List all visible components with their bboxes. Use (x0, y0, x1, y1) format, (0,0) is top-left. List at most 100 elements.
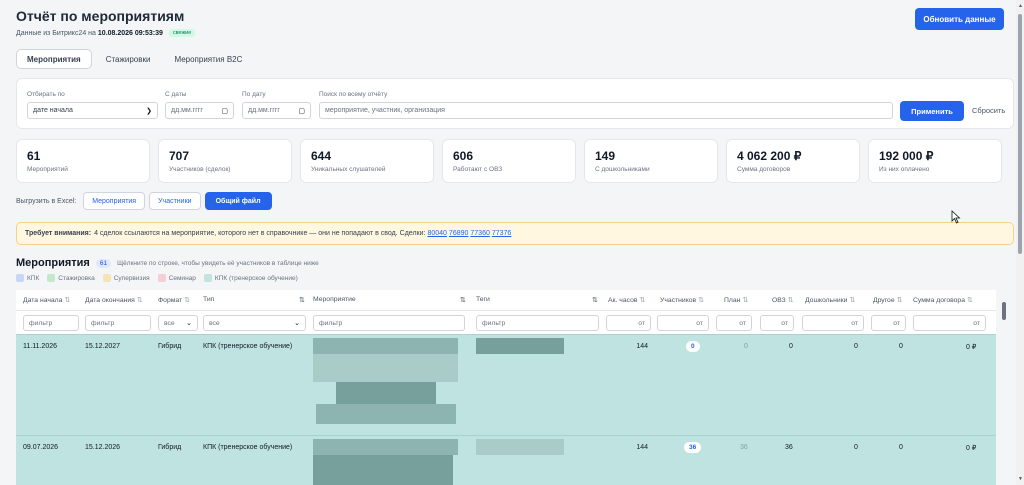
redacted-event-name (313, 455, 453, 485)
table-row[interactable]: 09.07.2026 15.12.2026 Гибрид КПК (тренер… (16, 435, 996, 485)
legend-swatch (16, 274, 24, 282)
filter-start-date[interactable]: фильтр (23, 315, 79, 331)
export-participants-button[interactable]: Участники (149, 192, 201, 210)
filter-end-date[interactable]: фильтр (85, 315, 151, 331)
stat-card: 192 000 ₽ Из них оплачено (868, 139, 1002, 183)
sort-icon[interactable]: ⇅ (299, 296, 305, 304)
column-header-ovz[interactable]: ОВЗ ⇅ (772, 296, 793, 304)
legend-swatch (102, 274, 111, 282)
stat-label: Участников (сделок) (169, 166, 231, 173)
events-table: Дата начала ⇅ Дата окончания ⇅ Формат ⇅ Тип… (16, 290, 996, 485)
scroll-up-icon[interactable]: ▲ (1018, 3, 1023, 9)
cell-hours: 144 (636, 343, 648, 350)
cell-other: 0 (899, 444, 903, 451)
filter-ovz-min[interactable]: от (760, 315, 794, 331)
column-header-tags[interactable]: Теги (476, 296, 490, 303)
section-hint: Щёлкните по строке, чтобы увидеть её уча… (117, 259, 319, 267)
cell-hours: 144 (636, 444, 648, 451)
filter-hours-min[interactable]: от (606, 315, 651, 331)
redacted-tags (476, 338, 564, 354)
cell-start-date: 11.11.2026 (23, 343, 57, 350)
column-header-preschool[interactable]: Дошкольники ⇅ (805, 296, 855, 304)
scrollbar-thumb[interactable] (1018, 14, 1022, 254)
stat-card: 644 Уникальных слушателей (300, 139, 434, 183)
section-title: Мероприятия (16, 257, 90, 269)
filter-contract-sum-min[interactable]: от (913, 315, 986, 331)
stat-label: Из них оплачено (879, 166, 930, 173)
legend-item: КПК (тренерское обучение) (203, 274, 298, 282)
tab-internships[interactable]: Стажировки (96, 49, 161, 69)
column-header-participants[interactable]: Участников ⇅ (660, 296, 704, 304)
attention-title: Требует внимания: (25, 230, 92, 237)
export-all-button[interactable]: Общий файл (204, 192, 272, 210)
filter-event[interactable]: фильтр (313, 315, 465, 331)
participants-badge[interactable]: 0 (686, 341, 700, 352)
refresh-data-button[interactable]: Обновить данные (915, 8, 1004, 30)
stat-label: Работают с ОВЗ (453, 166, 503, 173)
column-header-event[interactable]: Мероприятие (313, 296, 356, 303)
column-header-plan[interactable]: План ⇅ (724, 296, 748, 304)
filter-format-select[interactable]: все ⌄ (158, 315, 198, 331)
events-count-badge: 61 (95, 258, 112, 268)
report-page: Отчёт по мероприятиям Данные из Битрикс2… (6, 0, 1014, 485)
legend-swatch (157, 274, 166, 282)
legend-item: КПК (16, 274, 39, 282)
search-placeholder: мероприятие, участник, организация (325, 107, 445, 114)
cell-contract-sum: 0 ₽ (966, 344, 977, 351)
date-to-input[interactable]: дд.мм.гггг ▢ (242, 102, 311, 119)
participants-badge[interactable]: 36 (684, 442, 702, 453)
calendar-icon[interactable]: ▢ (221, 107, 228, 115)
column-header-format[interactable]: Формат ⇅ (158, 296, 190, 304)
table-scrollbar[interactable] (1002, 302, 1006, 320)
tab-events-b2c[interactable]: Мероприятия B2C (164, 49, 252, 69)
export-events-button[interactable]: Мероприятия (83, 192, 146, 210)
date-from-input[interactable]: дд.мм.гггг ▢ (165, 102, 234, 119)
column-header-end-date[interactable]: Дата окончания ⇅ (85, 296, 143, 304)
redacted-event-name (313, 354, 458, 382)
cell-participants[interactable]: 36 (684, 442, 702, 453)
filter-tags[interactable]: фильтр (476, 315, 599, 331)
redacted-event-name (316, 404, 456, 424)
scroll-down-icon[interactable]: ▼ (1018, 476, 1023, 482)
column-header-start-date[interactable]: Дата начала ⇅ (23, 296, 70, 304)
legend-swatch (203, 274, 212, 282)
data-source-info: Данные из Битрикс24 на 10.08.2026 09:53:… (16, 29, 196, 37)
column-header-hours[interactable]: Ак. часов ⇅ (608, 296, 645, 304)
stat-label: С дошкольниками (595, 166, 650, 173)
cell-plan: 0 (744, 343, 748, 350)
filter-participants-min[interactable]: от (657, 315, 709, 331)
filter-preschool-min[interactable]: от (802, 315, 864, 331)
calendar-icon[interactable]: ▢ (298, 107, 305, 115)
column-header-contract-sum[interactable]: Сумма договора ⇅ (913, 296, 973, 304)
column-header-other[interactable]: Другое ⇅ (873, 296, 902, 304)
sort-by-select[interactable]: дате начала ❯ (27, 102, 158, 119)
filter-other-min[interactable]: от (871, 315, 906, 331)
deal-link[interactable]: 77376 (492, 230, 511, 237)
legend-swatch (47, 274, 56, 282)
stat-label: Уникальных слушателей (311, 166, 386, 173)
apply-button[interactable]: Применить (900, 101, 964, 121)
filter-plan-min[interactable]: от (716, 315, 752, 331)
deal-link[interactable]: 80040 (427, 230, 446, 237)
search-input[interactable]: мероприятие, участник, организация (319, 102, 893, 119)
deal-link[interactable]: 77360 (470, 230, 489, 237)
filters-panel: Отбирать по дате начала ❯ С даты дд.мм.г… (16, 78, 1014, 129)
page-scrollbar[interactable]: ▲ ▼ (1016, 0, 1024, 485)
stat-value: 61 (27, 149, 41, 163)
cell-preschool: 0 (854, 444, 858, 451)
sort-by-label: Отбирать по (27, 91, 65, 98)
table-row[interactable]: 11.11.2026 15.12.2027 Гибрид КПК (тренер… (16, 334, 996, 435)
mouse-cursor-icon (951, 210, 961, 224)
date-to-label: По дату (242, 91, 266, 98)
filter-type-select[interactable]: все ⌄ (203, 315, 306, 331)
sort-icon[interactable]: ⇅ (592, 296, 598, 304)
stat-value: 149 (595, 149, 616, 163)
deal-link[interactable]: 76890 (449, 230, 468, 237)
cell-preschool: 0 (854, 343, 858, 350)
subtitle-prefix: Данные из Битрикс24 на (16, 29, 96, 37)
tab-events[interactable]: Мероприятия (16, 49, 92, 69)
column-header-type[interactable]: Тип (203, 296, 214, 303)
cell-participants[interactable]: 0 (686, 341, 700, 352)
sort-icon[interactable]: ⇅ (460, 296, 466, 304)
reset-button[interactable]: Сбросить (972, 106, 1005, 115)
